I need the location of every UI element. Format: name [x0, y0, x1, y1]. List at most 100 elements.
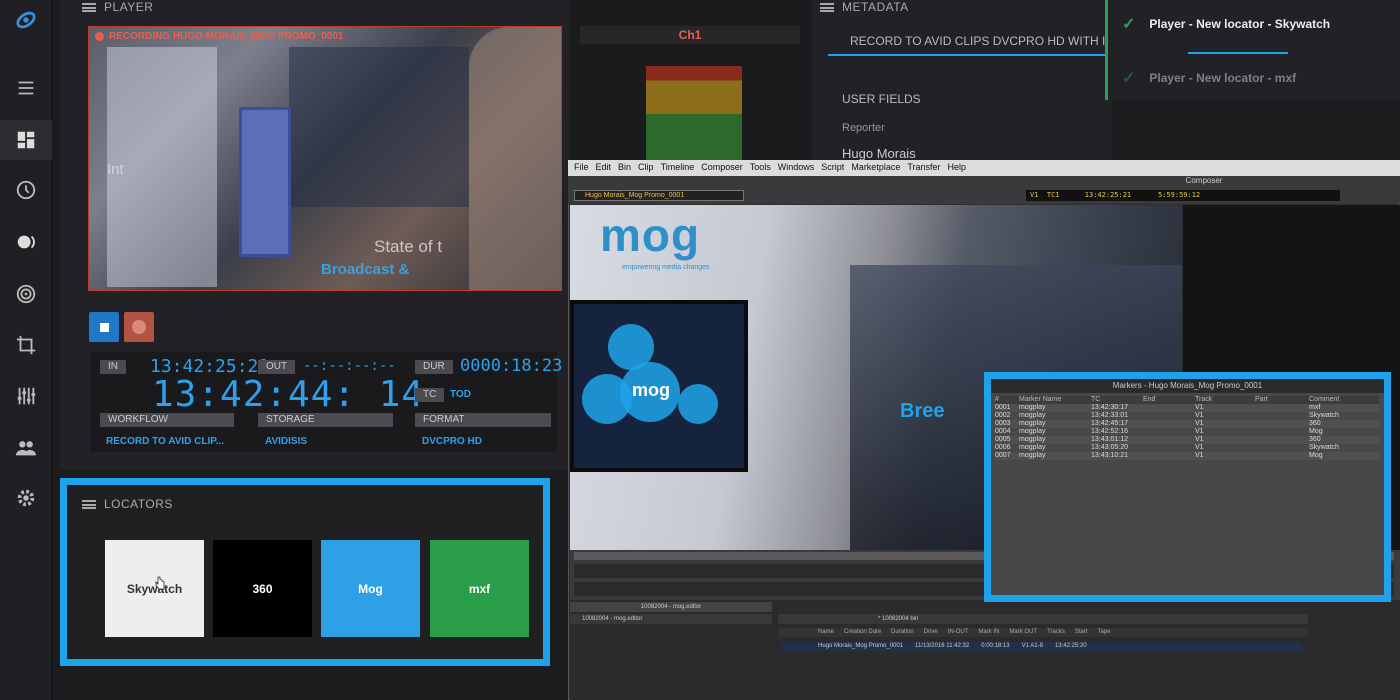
- users-button[interactable]: [0, 428, 52, 468]
- menu-item[interactable]: File: [574, 162, 589, 174]
- bin-cell: Hugo Morais_Mog Promo_0001: [818, 643, 904, 649]
- reporter-value[interactable]: Hugo Morais: [842, 146, 916, 161]
- player-video[interactable]: Int State of t Broadcast & RECORDING HUG…: [88, 26, 562, 291]
- marker-row[interactable]: 0002 mogplay 13:42:33:01 V1 Skywatch: [995, 412, 1379, 420]
- crop-icon: [16, 335, 36, 355]
- menu-item[interactable]: Marketplace: [851, 162, 900, 174]
- menu-item[interactable]: Edit: [596, 162, 612, 174]
- markers-col-header[interactable]: TC: [1091, 396, 1143, 404]
- markers-col-header[interactable]: Marker Name: [1019, 396, 1091, 404]
- marker-row[interactable]: 0003 mogplay 13:42:45:17 V1 360: [995, 420, 1379, 428]
- marker-cell: [1255, 452, 1309, 460]
- bin-col-header[interactable]: Drive: [924, 628, 938, 637]
- locator-tile-mog[interactable]: Mog: [321, 540, 420, 637]
- marker-cell: [1255, 404, 1309, 412]
- recording-label: RECORDING HUGO MORAIS_MOG PROMO_0001: [109, 31, 344, 42]
- markers-col-header[interactable]: #: [995, 396, 1019, 404]
- mixer-button[interactable]: [0, 376, 52, 416]
- marker-cell: V1: [1195, 436, 1204, 443]
- marker-cell: mogplay: [1019, 452, 1046, 459]
- video-overlay-text: Int: [107, 161, 124, 178]
- in-label: IN: [100, 360, 126, 374]
- timecode-panel: IN 13:42:25:21 OUT --:--:--:-- DUR 0000:…: [90, 352, 562, 452]
- video-shape: [289, 47, 469, 207]
- marker-row[interactable]: 0001 mogplay 13:42:30:17 V1 mxf: [995, 404, 1379, 412]
- bin-col-header[interactable]: Tracks: [1047, 628, 1065, 637]
- marker-row[interactable]: 0004 mogplay 13:42:52:16 V1 Mog: [995, 428, 1379, 436]
- locator-label: Mog: [358, 581, 383, 596]
- bin-col-header[interactable]: Tape: [1098, 628, 1111, 637]
- menu-button[interactable]: [0, 68, 52, 108]
- broadcast-button[interactable]: [0, 274, 52, 314]
- player-menu-icon[interactable]: [82, 2, 96, 12]
- metadata-workflow-field[interactable]: RECORD TO AVID CLIPS DVCPRO HD WITH II: [850, 34, 1110, 48]
- locator-label: mxf: [468, 581, 491, 596]
- markers-col-header[interactable]: Comment: [1309, 396, 1369, 404]
- marker-cell: Mog: [1309, 452, 1323, 459]
- menu-item[interactable]: Windows: [778, 162, 815, 174]
- locators-title: LOCATORS: [104, 497, 173, 511]
- crop-button[interactable]: [0, 325, 52, 365]
- menu-item[interactable]: Clip: [638, 162, 654, 174]
- history-button[interactable]: [0, 170, 52, 210]
- menu-item[interactable]: Composer: [701, 162, 743, 174]
- dashboard-button[interactable]: [0, 120, 52, 160]
- bin-col-header[interactable]: IN-OUT: [948, 628, 969, 637]
- player-header: PLAYER: [82, 0, 153, 14]
- sliders-icon: [17, 387, 36, 405]
- bin-tab[interactable]: 10082004 - mog.editor: [570, 602, 772, 612]
- format-value[interactable]: DVCPRO HD: [422, 436, 482, 447]
- marker-cell: [1143, 404, 1195, 412]
- marker-cell: 0005: [995, 436, 1011, 443]
- menu-item[interactable]: Tools: [750, 162, 771, 174]
- video-overlay-text: State of t: [374, 237, 443, 256]
- bin-col-header[interactable]: Duration: [891, 628, 914, 637]
- record-button[interactable]: [124, 312, 154, 342]
- recording-indicator: RECORDING HUGO MORAIS_MOG PROMO_0001: [95, 31, 343, 42]
- menu-item[interactable]: Transfer: [907, 162, 940, 174]
- marker-cell: 13:42:52:16: [1091, 428, 1128, 435]
- menu-item[interactable]: Timeline: [661, 162, 695, 174]
- marker-cell: V1: [1195, 444, 1204, 451]
- menu-item[interactable]: Help: [948, 162, 967, 174]
- stop-button[interactable]: [89, 312, 119, 342]
- menu-item[interactable]: Script: [821, 162, 844, 174]
- player-title: PLAYER: [104, 0, 154, 14]
- marker-cell: 0006: [995, 444, 1011, 451]
- marker-cell: [1255, 444, 1309, 452]
- bin-name[interactable]: 10082004 - mog.editor: [570, 614, 772, 624]
- gear-icon: [17, 489, 35, 507]
- storage-value[interactable]: AVIDISIS: [265, 436, 307, 447]
- menu-item[interactable]: Bin: [618, 162, 631, 174]
- mog-logo-text: mog: [600, 209, 701, 261]
- bin-col-header[interactable]: Mark IN: [978, 628, 999, 637]
- bin-col-header[interactable]: Mark OUT: [1009, 628, 1037, 637]
- marker-cell: 360: [1309, 436, 1321, 443]
- record-button-nav[interactable]: [0, 222, 52, 262]
- bin-col-header[interactable]: Name: [818, 628, 834, 637]
- marker-row[interactable]: 0007 mogplay 13:43:10:21 V1 Mog: [995, 452, 1379, 460]
- markers-col-header[interactable]: Track: [1195, 396, 1255, 404]
- clip-name-field[interactable]: Hugo Morais_Mog Promo_0001: [574, 190, 744, 201]
- locators-menu-icon[interactable]: [82, 499, 96, 509]
- marker-row[interactable]: 0005 mogplay 13:43:01:12 V1 360: [995, 436, 1379, 444]
- bin-cell: 13:42:25:20: [1054, 643, 1087, 649]
- bin-col-header[interactable]: Start: [1075, 628, 1088, 637]
- markers-col-header[interactable]: End: [1143, 396, 1195, 404]
- bin-content-tab[interactable]: * 10082004 bin: [778, 614, 1308, 624]
- workflow-label: WORKFLOW: [100, 413, 234, 427]
- tc-label: TC: [415, 388, 445, 402]
- bin-row[interactable]: Hugo Morais_Mog Promo_0001 11/13/2016 11…: [782, 642, 1302, 651]
- bin-col-header[interactable]: Creation Date: [844, 628, 881, 637]
- marker-cell: [1255, 436, 1309, 444]
- workflow-value[interactable]: RECORD TO AVID CLIP...: [106, 436, 224, 447]
- locator-tile-360[interactable]: 360: [213, 540, 312, 637]
- markers-col-header[interactable]: Part: [1255, 396, 1309, 404]
- notification-item[interactable]: ✓ Player - New locator - Skywatch: [1122, 14, 1330, 34]
- record-dot-icon: [132, 320, 146, 334]
- locator-tile-mxf[interactable]: mxf: [430, 540, 529, 637]
- settings-button[interactable]: [0, 478, 52, 518]
- metadata-menu-icon[interactable]: [820, 2, 834, 12]
- marker-row[interactable]: 0006 mogplay 13:43:05:20 V1 Skywatch: [995, 444, 1379, 452]
- notification-item[interactable]: ✓ Player - New locator - mxf: [1122, 68, 1296, 88]
